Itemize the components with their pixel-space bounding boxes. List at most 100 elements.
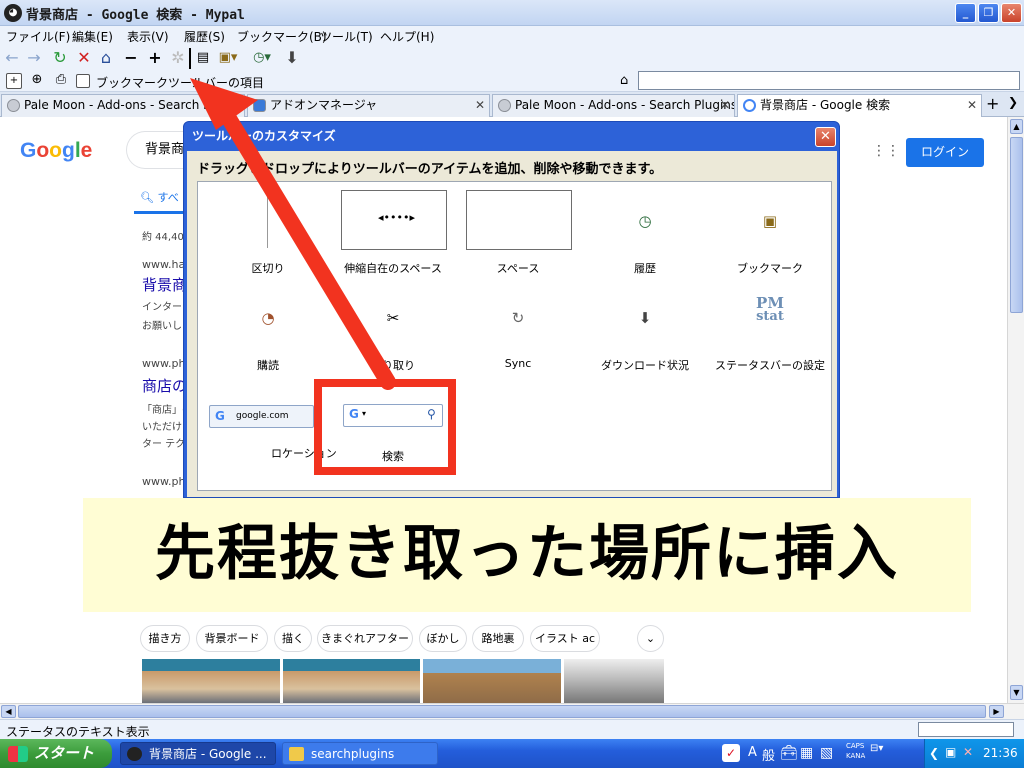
tab-close-icon[interactable]: ✕: [720, 95, 730, 116]
chip-item[interactable]: ぼかし: [419, 625, 467, 652]
tray-expand-icon[interactable]: ❮: [929, 746, 939, 760]
bookmarks-toolbar-items[interactable]: ブックマークツールバーの項目: [96, 74, 264, 91]
ime-bar[interactable]: ✓ A 般 🧰︎ ▦ ▧: [722, 742, 838, 765]
palette-item-separator[interactable]: 区切り: [208, 190, 328, 280]
login-button[interactable]: ログイン: [906, 138, 984, 167]
palette-item-space[interactable]: スペース: [458, 190, 578, 280]
ime-icon[interactable]: ✓: [722, 744, 740, 762]
result-1-title[interactable]: 背景商: [142, 274, 187, 295]
tab-pale-moon-2[interactable]: Pale Moon - Add-ons - Search Plugins ✕: [492, 94, 735, 117]
menu-bookmarks[interactable]: ブックマーク(B): [237, 28, 327, 45]
ime-mode-a[interactable]: A: [748, 745, 757, 760]
palette-item-statusbar[interactable]: PM stat ステータスバーの設定: [710, 287, 830, 377]
download-icon[interactable]: ⬇: [282, 48, 302, 68]
tab-google-search[interactable]: 背景商店 - Google 検索 ✕: [737, 94, 982, 118]
scroll-left-icon[interactable]: ◀: [1, 705, 16, 718]
palette-item-label: 区切り: [251, 262, 285, 275]
system-tray: ❮ ▣ ✕ 21:36: [924, 739, 1024, 768]
horizontal-scrollbar[interactable]: ◀ ▶: [0, 703, 1024, 719]
vertical-scroll-thumb[interactable]: [1010, 137, 1023, 313]
reload-icon[interactable]: ↻: [50, 48, 70, 68]
palette-item-label: 切り取り: [371, 359, 415, 372]
copy-icon[interactable]: ▤: [193, 48, 213, 68]
caps-kana-indicator: CAPS KANA: [846, 741, 865, 761]
forward-icon[interactable]: →: [24, 48, 44, 68]
scroll-up-icon[interactable]: ▲: [1010, 119, 1023, 134]
palette-item-history[interactable]: ◷ 履歴: [585, 190, 705, 280]
volume-icon[interactable]: ✕: [963, 745, 973, 759]
chevron-down-icon[interactable]: ⌄: [637, 625, 664, 652]
minus-icon[interactable]: −: [121, 48, 141, 68]
chip-item[interactable]: 路地裏: [472, 625, 524, 652]
google-icon: [743, 99, 756, 112]
tab-list-icon[interactable]: ❯: [1008, 95, 1018, 109]
tab-pale-moon-1[interactable]: Pale Moon - Add-ons - Search Plugins: [1, 94, 245, 117]
target-icon[interactable]: ⊕: [29, 73, 45, 89]
image-thumbnail[interactable]: [142, 659, 280, 703]
palette-item-flexible-space[interactable]: ◂••••▸ 伸縮自在のスペース: [333, 190, 453, 280]
ime-package-icon[interactable]: ▦: [800, 745, 813, 761]
home-icon[interactable]: ⌂: [96, 48, 116, 68]
window-title-bar[interactable]: ◕ 背景商店 - Google 検索 - Mypal _ ❐ ✕: [0, 0, 1024, 26]
palette-item-bookmark[interactable]: ▣ ブックマーク: [710, 190, 830, 280]
chip-item[interactable]: 背景ボード: [196, 625, 268, 652]
menu-view[interactable]: 表示(V): [127, 28, 169, 45]
bookmark-icon[interactable]: ▣▾: [218, 48, 238, 68]
palette-item-cut[interactable]: ✂ 切り取り: [333, 287, 453, 377]
taskbar: スタート 背景商店 - Google ... searchplugins ✓ A…: [0, 739, 1024, 768]
menu-help[interactable]: ヘルプ(H): [380, 28, 434, 45]
chip-item[interactable]: きまぐれアフター: [317, 625, 413, 652]
chip-item[interactable]: 描く: [274, 625, 312, 652]
tab-close-icon[interactable]: ✕: [475, 95, 485, 116]
vertical-scrollbar[interactable]: ▲ ▼: [1007, 117, 1024, 703]
ime-pad-icon[interactable]: ▧: [820, 745, 833, 761]
palette-item-sync[interactable]: ↻ Sync: [458, 287, 578, 377]
history-icon[interactable]: ◷▾: [252, 48, 272, 68]
result-3-cite[interactable]: www.ph: [142, 475, 185, 488]
address-bar-input[interactable]: [638, 71, 1020, 90]
minimize-button[interactable]: _: [955, 3, 976, 23]
tab-close-icon[interactable]: ✕: [967, 95, 977, 116]
clock[interactable]: 21:36: [983, 746, 1018, 760]
image-thumbnail[interactable]: [564, 659, 664, 703]
network-icon[interactable]: ▣: [945, 745, 956, 759]
image-thumbnail[interactable]: [283, 659, 420, 703]
scroll-down-icon[interactable]: ▼: [1010, 685, 1023, 700]
new-tab-button[interactable]: +: [986, 94, 999, 113]
pmstat-icon: PM stat: [710, 296, 830, 324]
chip-item[interactable]: 描き方: [140, 625, 190, 652]
menu-tools[interactable]: ツール(T): [320, 28, 373, 45]
start-button[interactable]: スタート: [0, 739, 112, 768]
google-logo[interactable]: Google: [20, 139, 92, 163]
plus-icon[interactable]: +: [145, 48, 165, 68]
result-1-cite[interactable]: www.ha: [142, 258, 185, 271]
taskbar-item-browser[interactable]: 背景商店 - Google ...: [120, 742, 276, 765]
result-2-cite[interactable]: www.ph: [142, 357, 185, 370]
menu-history[interactable]: 履歴(S): [184, 28, 225, 45]
palette-item-downloads[interactable]: ⬇ ダウンロード状況: [585, 287, 705, 377]
sync-icon: ↻: [511, 309, 525, 327]
menu-edit[interactable]: 編集(E): [72, 28, 113, 45]
result-2-title[interactable]: 商店の: [142, 375, 187, 396]
taskbar-item-folder[interactable]: searchplugins: [282, 742, 438, 765]
dialog-close-button[interactable]: ✕: [815, 127, 836, 147]
menu-file[interactable]: ファイル(F): [6, 28, 70, 45]
stat-label: stat: [756, 309, 784, 324]
horizontal-scroll-thumb[interactable]: [18, 705, 986, 718]
ime-tool-icon[interactable]: 🧰︎: [780, 745, 798, 761]
back-icon[interactable]: ←: [2, 48, 22, 68]
new-tab-icon[interactable]: +: [6, 73, 22, 89]
image-thumbnail[interactable]: [423, 659, 561, 703]
tab-all[interactable]: 🔍︎ すべ: [140, 189, 179, 205]
tab-addon-manager[interactable]: アドオンマネージャ ✕: [247, 94, 490, 117]
close-button[interactable]: ✕: [1001, 3, 1022, 23]
scroll-right-icon[interactable]: ▶: [989, 705, 1004, 718]
palette-item-rss[interactable]: ◔ 購読: [208, 287, 328, 377]
maximize-button[interactable]: ❐: [978, 3, 999, 23]
ime-options-icon[interactable]: ⊟▾: [870, 743, 883, 754]
ime-mode-kanji[interactable]: 般: [762, 745, 775, 764]
google-icon: G: [215, 409, 225, 423]
chip-item[interactable]: イラスト ac: [530, 625, 600, 652]
stop-icon[interactable]: ✕: [74, 48, 94, 68]
print-icon[interactable]: ⎙: [53, 73, 69, 89]
